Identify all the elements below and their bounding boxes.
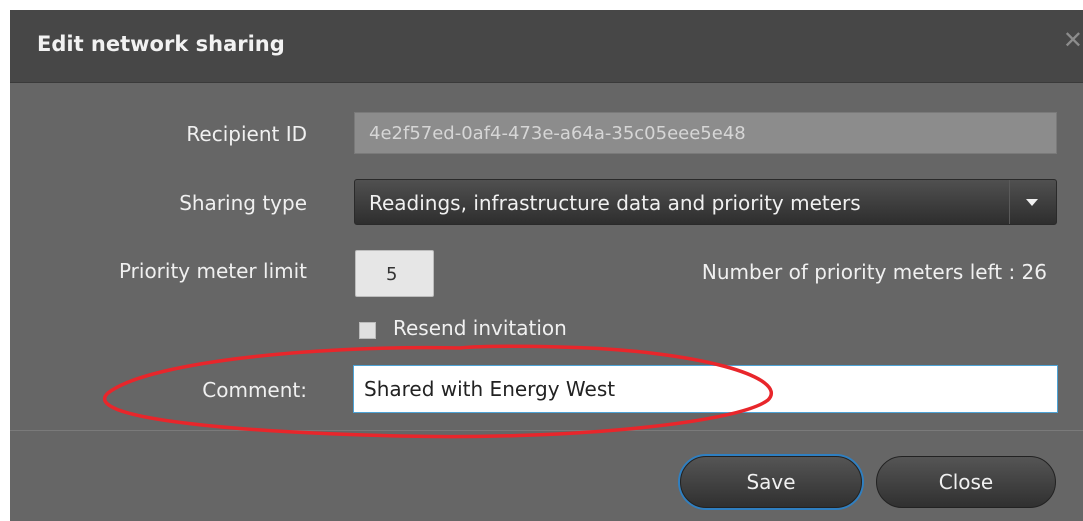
comment-input[interactable]: Shared with Energy West [353,365,1058,413]
resend-invitation-label[interactable]: Resend invitation [393,316,567,340]
priority-meter-limit-label: Priority meter limit [118,259,307,283]
dialog-titlebar: Edit network sharing ✕ [10,10,1083,83]
sharing-type-value: Readings, infrastructure data and priori… [369,191,861,215]
priority-meter-limit-input[interactable]: 5 [355,250,434,297]
dropdown-button[interactable] [1009,180,1056,224]
footer-divider [10,430,1083,431]
dialog-title: Edit network sharing [37,32,285,56]
recipient-id-label: Recipient ID [186,122,307,146]
priority-meters-left-text: Number of priority meters left : 26 [701,260,1047,284]
save-button[interactable]: Save [680,456,862,508]
comment-label: Comment: [202,378,307,402]
edit-sharing-dialog: Edit network sharing ✕ Recipient ID 4e2f… [10,10,1083,521]
sharing-type-select[interactable]: Readings, infrastructure data and priori… [354,179,1057,225]
recipient-id-field: 4e2f57ed-0af4-473e-a64a-35c05eee5e48 [354,112,1057,154]
chevron-down-icon [1026,199,1038,206]
close-icon[interactable]: ✕ [1063,28,1083,52]
resend-invitation-checkbox[interactable] [359,322,376,339]
sharing-type-label: Sharing type [179,191,307,215]
close-button[interactable]: Close [876,456,1056,508]
